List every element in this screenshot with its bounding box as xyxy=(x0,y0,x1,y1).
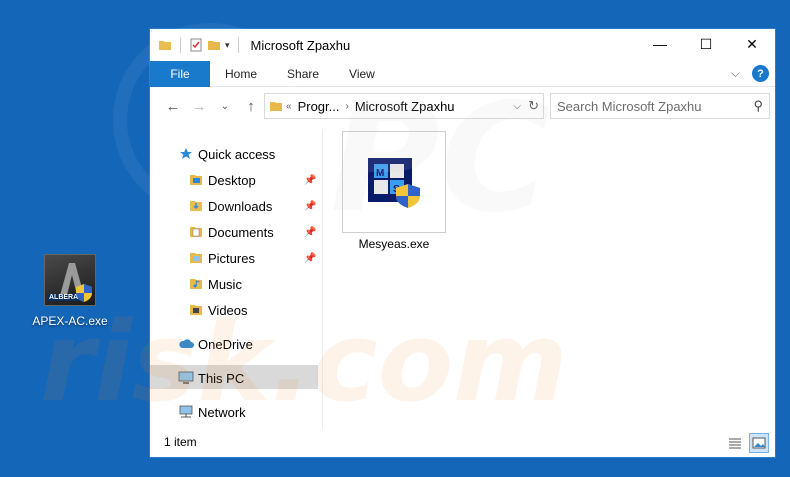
pin-icon[interactable]: 📌 xyxy=(304,253,316,264)
music-folder-icon xyxy=(188,277,204,291)
star-icon xyxy=(178,147,194,161)
file-item-mesyeas[interactable]: M S Mesyeas.exe xyxy=(342,131,446,251)
maximize-button[interactable]: ☐ xyxy=(683,29,729,59)
chevron-right-icon[interactable]: › xyxy=(345,101,348,112)
nav-label: Videos xyxy=(208,302,248,318)
status-bar: 1 item xyxy=(150,427,775,457)
help-button[interactable]: ? xyxy=(752,65,769,82)
nav-label: Network xyxy=(198,404,246,420)
nav-item-videos[interactable]: Videos xyxy=(188,299,248,321)
nav-label: OneDrive xyxy=(198,336,253,352)
title-bar: ▾ Microsoft Zpaxhu — ☐ ✕ xyxy=(150,29,775,61)
nav-label: Quick access xyxy=(198,146,276,162)
nav-item-onedrive[interactable]: OneDrive xyxy=(178,333,253,355)
up-arrow-icon[interactable]: ↑ xyxy=(238,98,264,115)
window-title: Microsoft Zpaxhu xyxy=(250,37,351,53)
close-button[interactable]: ✕ xyxy=(729,29,775,59)
videos-folder-icon xyxy=(188,303,204,317)
breadcrumb-item[interactable]: Microsoft Zpaxhu xyxy=(355,99,455,114)
tab-home[interactable]: Home xyxy=(210,67,272,81)
quick-access-toolbar: ▾ xyxy=(150,37,243,53)
back-arrow-icon[interactable]: ← xyxy=(160,98,186,115)
forward-arrow-icon[interactable]: → xyxy=(186,98,212,115)
nav-label: Desktop xyxy=(208,172,256,188)
desktop-icon-apex-ac[interactable]: ALBERA APEX-AC.exe xyxy=(24,254,116,328)
new-folder-icon[interactable] xyxy=(207,38,221,52)
navigation-pane: Quick access Desktop Downloads Documents… xyxy=(150,129,320,425)
pin-icon[interactable]: 📌 xyxy=(304,201,316,212)
breadcrumb-item[interactable]: Progr... xyxy=(298,99,340,114)
nav-item-music[interactable]: Music xyxy=(188,273,242,295)
tab-share[interactable]: Share xyxy=(272,67,334,81)
uac-shield-icon xyxy=(76,284,92,302)
pin-icon[interactable]: 📌 xyxy=(304,175,316,186)
pane-divider[interactable] xyxy=(322,129,323,429)
minimize-button[interactable]: — xyxy=(637,29,683,59)
address-bar[interactable]: « Progr... › Microsoft Zpaxhu ⌵ ↻ xyxy=(264,93,544,119)
window-controls: — ☐ ✕ xyxy=(637,29,775,59)
ribbon-tabs: File Home Share View ⌵ ? xyxy=(150,60,775,87)
network-icon xyxy=(178,405,194,419)
file-thumbnail: M S xyxy=(342,131,446,233)
nav-label: Music xyxy=(208,276,242,292)
item-count: 1 item xyxy=(164,435,197,449)
downloads-folder-icon xyxy=(188,199,204,213)
address-dropdown-icon[interactable]: ⌵ xyxy=(513,101,521,112)
folder-icon[interactable] xyxy=(158,38,172,52)
nav-label: Documents xyxy=(208,224,274,240)
cloud-icon xyxy=(178,337,194,351)
breadcrumb-overflow-icon[interactable]: « xyxy=(286,101,292,112)
toolbar-separator xyxy=(237,37,239,53)
details-view-icon[interactable] xyxy=(725,433,745,453)
tab-view[interactable]: View xyxy=(334,67,390,81)
nav-item-quick-access[interactable]: Quick access xyxy=(178,143,275,165)
computer-icon xyxy=(178,371,194,385)
desktop-icon-label: APEX-AC.exe xyxy=(32,314,108,328)
pin-icon[interactable]: 📌 xyxy=(304,227,316,238)
search-icon: ⚲ xyxy=(753,98,763,113)
installer-exe-icon: M S xyxy=(368,158,420,208)
file-name: Mesyeas.exe xyxy=(358,237,430,251)
exe-file-icon: ALBERA xyxy=(44,254,96,306)
navigation-bar: ← → ⌄ ↑ « Progr... › Microsoft Zpaxhu ⌵ … xyxy=(150,87,775,125)
nav-item-network[interactable]: Network xyxy=(178,401,246,423)
nav-item-pictures[interactable]: Pictures xyxy=(188,247,255,269)
search-input[interactable]: Search Microsoft Zpaxhu ⚲ xyxy=(550,93,770,119)
file-list: M S Mesyeas.exe xyxy=(325,129,771,425)
svg-text:M: M xyxy=(376,168,384,179)
recent-locations-chevron-icon[interactable]: ⌄ xyxy=(212,101,238,112)
nav-item-desktop[interactable]: Desktop xyxy=(188,169,256,191)
nav-item-downloads[interactable]: Downloads xyxy=(188,195,272,217)
nav-label: This PC xyxy=(198,370,245,386)
search-placeholder: Search Microsoft Zpaxhu xyxy=(557,98,702,114)
explorer-window: ▾ Microsoft Zpaxhu — ☐ ✕ File Home Share… xyxy=(149,28,776,458)
toolbar-separator xyxy=(180,37,181,53)
documents-folder-icon xyxy=(188,225,204,239)
nav-item-this-pc[interactable]: This PC xyxy=(178,367,244,389)
desktop-folder-icon xyxy=(188,173,204,187)
view-switcher xyxy=(725,433,769,453)
expand-ribbon-chevron-icon[interactable]: ⌵ xyxy=(731,66,740,81)
nav-label: Downloads xyxy=(208,198,273,214)
pictures-folder-icon xyxy=(188,251,204,265)
tab-file[interactable]: File xyxy=(150,60,210,87)
nav-label: Pictures xyxy=(208,250,255,266)
large-icons-view-icon[interactable] xyxy=(749,433,769,453)
properties-icon[interactable] xyxy=(189,38,203,52)
folder-icon xyxy=(270,102,282,111)
nav-item-documents[interactable]: Documents xyxy=(188,221,274,243)
refresh-icon[interactable]: ↻ xyxy=(528,98,539,114)
customize-toolbar-chevron-icon[interactable]: ▾ xyxy=(225,40,230,51)
